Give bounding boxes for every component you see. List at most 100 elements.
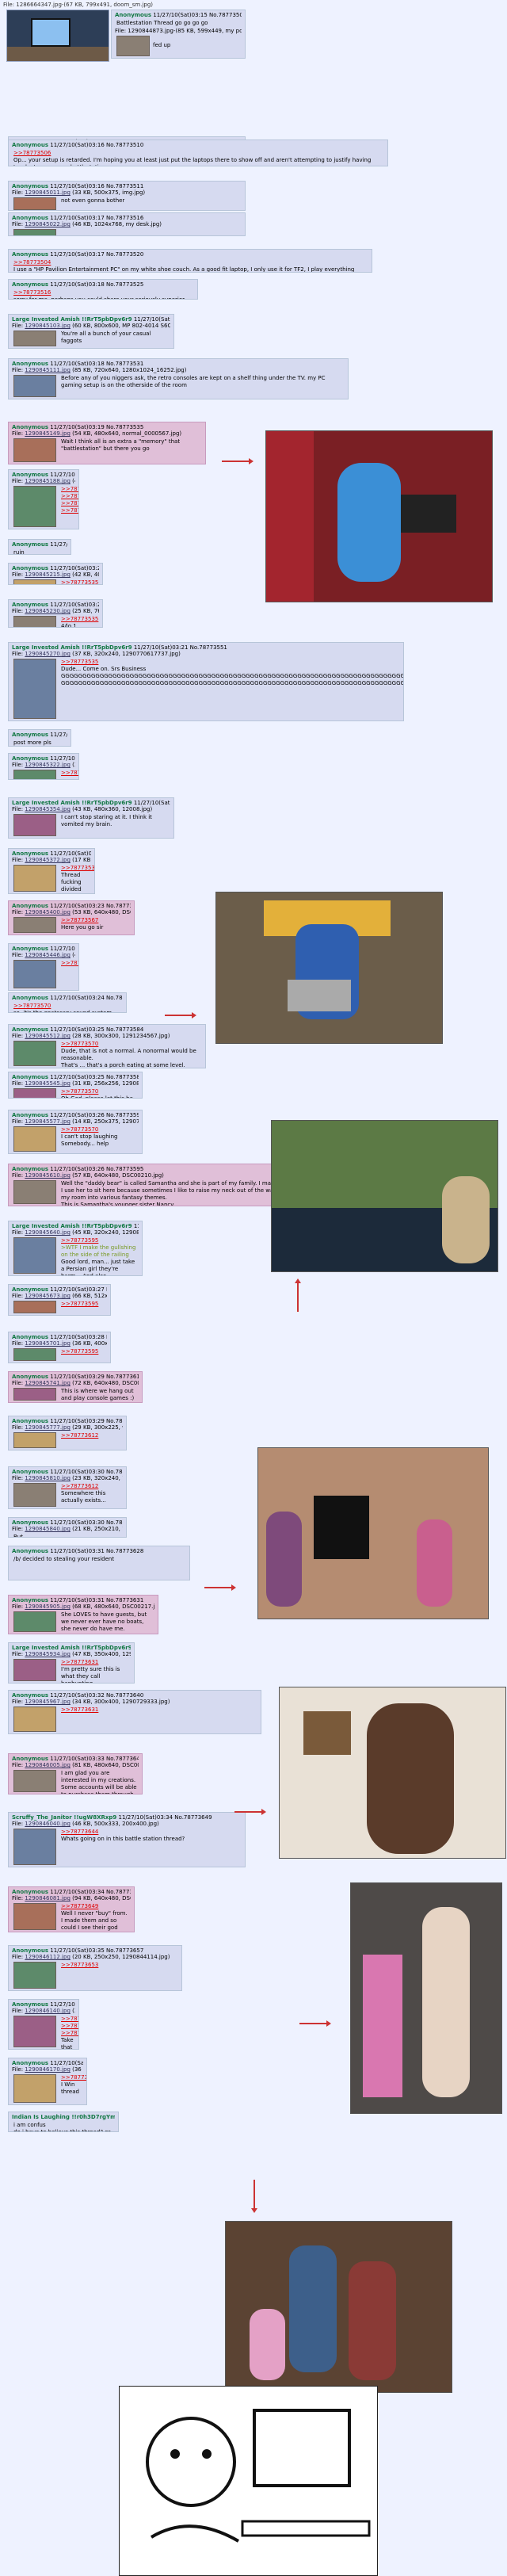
- file-link[interactable]: 1290845701.jpg: [25, 1340, 71, 1347]
- post-thumbnail[interactable]: [13, 1962, 56, 1989]
- file-link[interactable]: 1290846170.jpg: [25, 2066, 71, 2073]
- file-link[interactable]: 1290845810.jpg: [25, 1475, 71, 1481]
- file-info[interactable]: File: 1290845011.jpg (33 KB, 500x375, im…: [12, 189, 242, 196]
- reply-link[interactable]: >>78773570: [61, 1126, 137, 1133]
- post-number[interactable]: No.78773631: [106, 1597, 143, 1603]
- reply-link[interactable]: >>78773631: [61, 1659, 129, 1666]
- post-number[interactable]: No.78773653: [106, 1889, 131, 1895]
- post-number[interactable]: No.78773510: [106, 142, 143, 148]
- reply-link[interactable]: >>78773653: [61, 2023, 78, 2030]
- post-number[interactable]: No.78773644: [106, 1756, 139, 1762]
- file-info[interactable]: File: 1290845905.jpg (68 KB, 480x640, DS…: [12, 1603, 154, 1610]
- file-info[interactable]: File: 1290845022.jpg (46 KB, 1024x768, m…: [12, 221, 242, 227]
- post-thumbnail[interactable]: [13, 579, 56, 584]
- file-info[interactable]: File: 1290846140.jpg (39 KB, 400x400, 12…: [12, 2008, 75, 2014]
- post-thumbnail[interactable]: [13, 438, 56, 462]
- reply-link[interactable]: >>78773535: [61, 500, 78, 507]
- file-link[interactable]: 1290845577.jpg: [25, 1118, 71, 1125]
- post-thumbnail[interactable]: [13, 659, 56, 719]
- file-info[interactable]: File: 1290846081.jpg (94 KB, 640x480, DS…: [12, 1895, 131, 1901]
- op-reply-thumb[interactable]: [116, 36, 150, 56]
- file-info[interactable]: File: 1290845149.jpg (54 KB, 480x640, no…: [12, 430, 202, 437]
- reply-link[interactable]: >>78773612: [61, 1483, 121, 1490]
- reply-link[interactable]: >>78773612: [61, 1432, 121, 1439]
- file-link[interactable]: 1290845741.jpg: [25, 1380, 71, 1386]
- reply-link[interactable]: >>78773535: [61, 659, 398, 666]
- post-thumbnail[interactable]: [13, 1432, 56, 1448]
- post-number[interactable]: No.78773595: [106, 1166, 143, 1172]
- reply-link[interactable]: >>78773535: [61, 770, 78, 777]
- file-info[interactable]: File: 1290845610.jpg (57 KB, 640x480, DS…: [12, 1172, 313, 1179]
- post-number[interactable]: No.78773531: [106, 361, 143, 367]
- file-info[interactable]: File: 1290845512.jpg (28 KB, 300x300, 12…: [12, 1033, 202, 1039]
- file-link[interactable]: 1290846140.jpg: [25, 2008, 71, 2014]
- reply-link[interactable]: >>78773595: [61, 1301, 105, 1308]
- post-thumbnail[interactable]: [13, 1301, 56, 1313]
- file-link[interactable]: 1290845372.jpg: [25, 857, 71, 863]
- photo-lingerie[interactable]: [350, 1882, 502, 2114]
- post-thumbnail[interactable]: [13, 2016, 56, 2047]
- file-info[interactable]: File: 1290845111.jpg (85 KB, 720x640, 12…: [12, 367, 345, 373]
- post-thumbnail[interactable]: [13, 917, 56, 933]
- file-link[interactable]: 1290845111.jpg: [25, 367, 71, 373]
- post-thumbnail[interactable]: [13, 1180, 56, 1204]
- op-image[interactable]: [6, 10, 109, 62]
- file-info[interactable]: File: 1290846040.jpg (46 KB, 500x333, 20…: [12, 1821, 242, 1827]
- post-number[interactable]: No.78773612: [106, 1374, 139, 1380]
- file-info[interactable]: File: 1290845372.jpg (17 KB, 473x636, SK…: [12, 857, 91, 863]
- post-thumbnail[interactable]: [13, 770, 56, 779]
- reply-link[interactable]: >>78773653: [61, 2030, 78, 2037]
- reply-link[interactable]: >>78773567: [61, 917, 129, 924]
- post-thumbnail[interactable]: [13, 814, 56, 836]
- post-thumbnail[interactable]: [13, 1611, 56, 1632]
- reply-link[interactable]: >>78773535: [61, 865, 94, 872]
- photo-couch-laptop[interactable]: [265, 430, 493, 602]
- post-thumbnail[interactable]: [13, 1483, 56, 1507]
- op-file-info[interactable]: File: 1290844873.jpg-(85 KB, 599x449, my…: [115, 28, 242, 34]
- post-thumbnail[interactable]: [13, 331, 56, 346]
- reply-link[interactable]: >>78773649: [61, 1903, 129, 1910]
- post-number[interactable]: No.78773588: [106, 1074, 139, 1080]
- file-info[interactable]: File: 1290845673.jpg (66 KB, 512x384, 27…: [12, 1293, 107, 1299]
- post-number[interactable]: No.78773603: [106, 1286, 107, 1293]
- file-info[interactable]: File: 1290845446.jpg (41 KB, 360x480, ra…: [12, 952, 75, 958]
- file-link[interactable]: 1290845354.jpg: [25, 806, 71, 812]
- photo-family[interactable]: [225, 2221, 452, 2393]
- file-link[interactable]: 1290845322.jpg: [25, 762, 71, 768]
- file-link[interactable]: 1290846081.jpg: [25, 1895, 71, 1901]
- file-link[interactable]: 1290845230.jpg: [25, 608, 71, 614]
- post-thumbnail[interactable]: [13, 375, 56, 397]
- post-number[interactable]: No.78773628: [106, 1548, 143, 1554]
- reply-link[interactable]: >>78773535: [61, 493, 78, 500]
- file-info[interactable]: File: 1290845577.jpg (14 KB, 250x375, 12…: [12, 1118, 139, 1125]
- post-number[interactable]: No.78773570: [106, 903, 131, 909]
- file-info[interactable]: File: 1290845701.jpg (36 KB, 400x400, 12…: [12, 1340, 107, 1347]
- reply-link[interactable]: >>78773570: [61, 1041, 200, 1048]
- file-link[interactable]: 1290845446.jpg: [25, 952, 71, 958]
- file-link[interactable]: 1290845400.jpg: [25, 909, 71, 915]
- reply-link[interactable]: >>78773644: [61, 1829, 240, 1836]
- reply-link[interactable]: >>78773653: [61, 2016, 78, 2023]
- post-number[interactable]: No.78773624: [106, 1519, 123, 1526]
- reply-link[interactable]: >>78773535: [61, 507, 78, 514]
- reply-link[interactable]: >>78773535: [61, 616, 98, 623]
- post-thumbnail[interactable]: [13, 197, 56, 210]
- post-thumbnail[interactable]: [13, 1829, 56, 1865]
- file-link[interactable]: 1290845610.jpg: [25, 1172, 71, 1179]
- photo-bear-portrait[interactable]: [279, 1687, 506, 1859]
- post-number[interactable]: No.78773578: [106, 995, 123, 1001]
- file-link[interactable]: 1290845967.jpg: [25, 1699, 71, 1705]
- reply-link[interactable]: >>78773570: [13, 1003, 121, 1010]
- file-info[interactable]: File: 1290845230.jpg (25 KB, 768x576, 19…: [12, 608, 99, 614]
- file-link[interactable]: 1290846040.jpg: [25, 1821, 71, 1827]
- file-info[interactable]: File: 1290845640.jpg (45 KB, 320x240, 12…: [12, 1229, 139, 1236]
- post-number[interactable]: No.78773525: [106, 281, 143, 288]
- reply-link[interactable]: >>78773535: [61, 486, 78, 493]
- post-thumbnail[interactable]: [13, 229, 56, 235]
- file-info[interactable]: File: 1290845967.jpg (34 KB, 300x400, 12…: [12, 1699, 257, 1705]
- file-link[interactable]: 1290846112.jpg: [25, 1954, 71, 1960]
- reply-link[interactable]: >>78773506: [13, 150, 383, 157]
- post-number[interactable]: No.78773535: [106, 424, 143, 430]
- post-number[interactable]: No.78773620: [106, 1469, 123, 1475]
- reply-link[interactable]: >>78773595: [61, 1348, 105, 1355]
